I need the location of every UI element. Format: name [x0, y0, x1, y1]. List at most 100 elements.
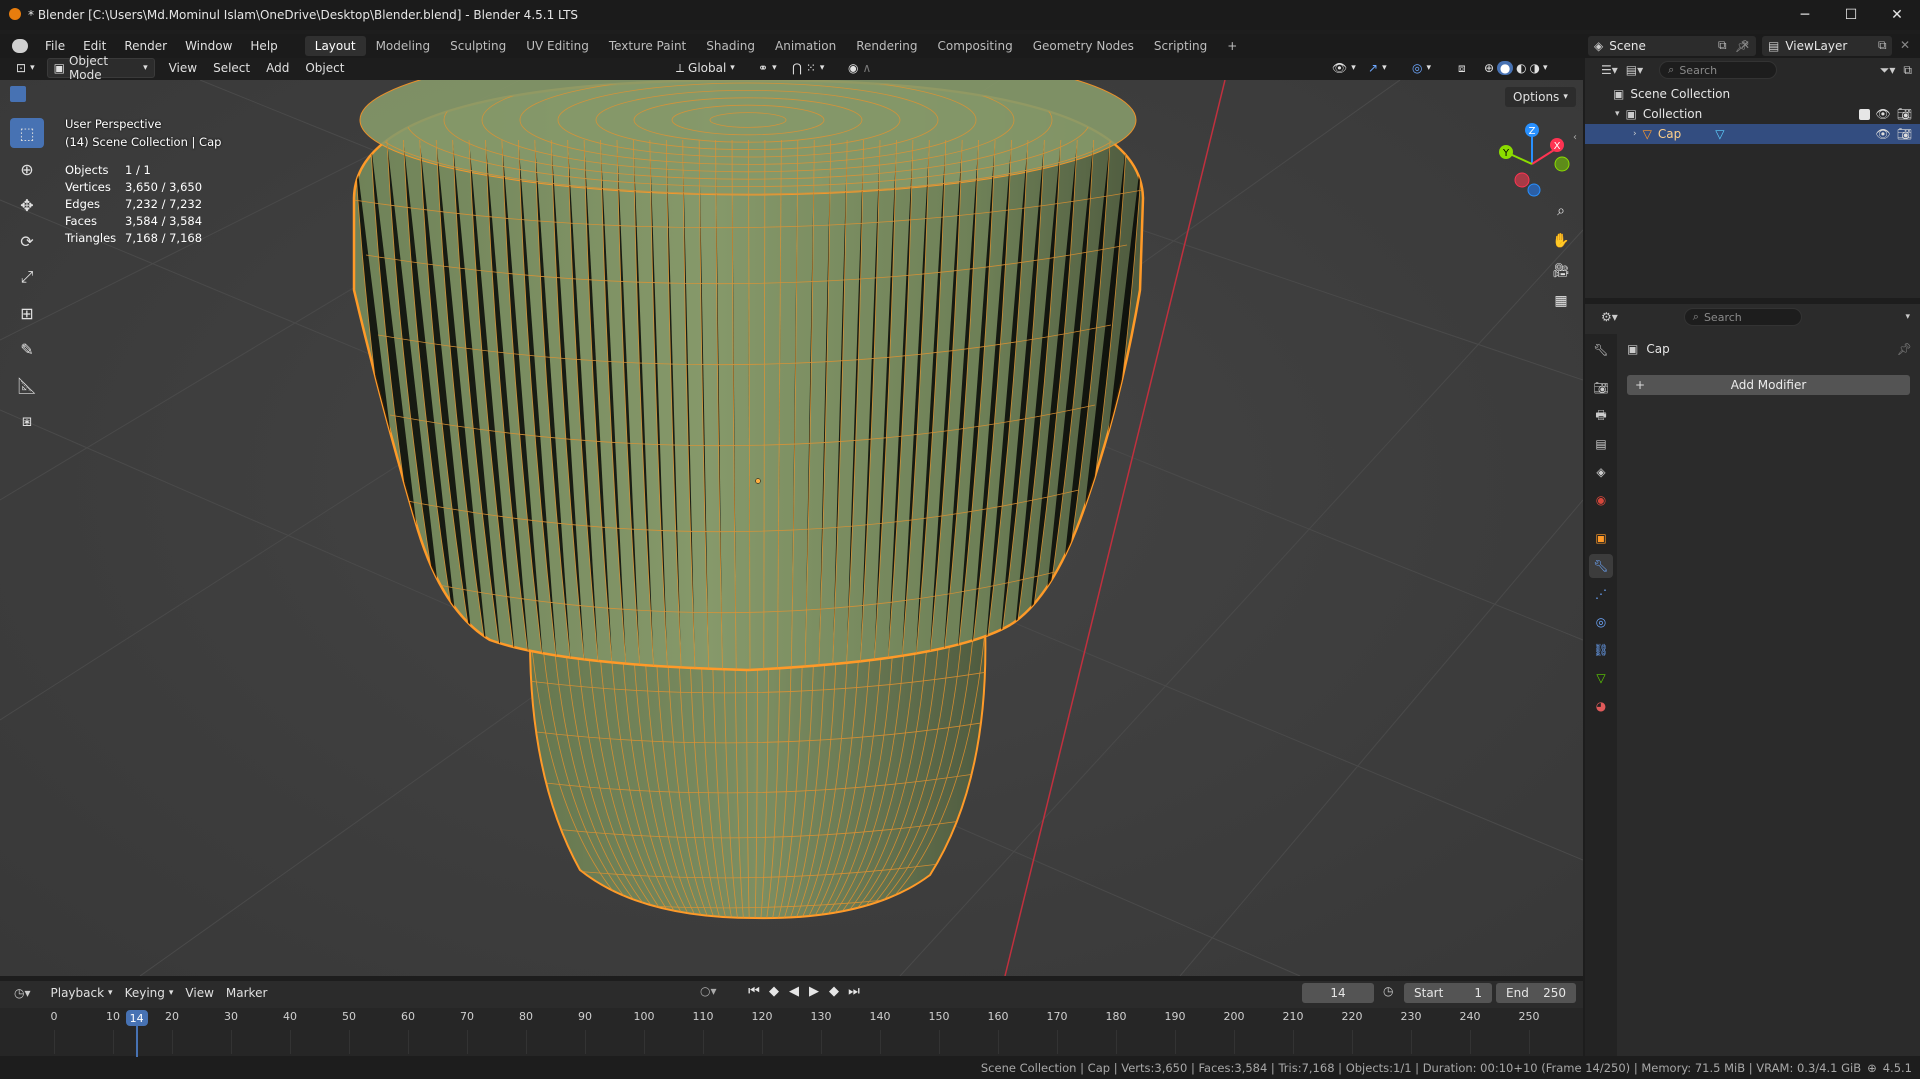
- move-tool[interactable]: ✥: [10, 190, 44, 220]
- rotate-tool[interactable]: ⟳: [10, 226, 44, 256]
- tab-animation[interactable]: Animation: [765, 36, 846, 56]
- outliner-row-collection[interactable]: ▾ ▣ Collection 👁︎ 📷︎: [1585, 104, 1920, 124]
- outliner-editor-icon[interactable]: ☰▾: [1601, 63, 1618, 77]
- mode-selector[interactable]: ▣ Object Mode ▾: [46, 54, 155, 82]
- material-shading-icon[interactable]: ◐: [1516, 61, 1526, 75]
- tab-rendering[interactable]: Rendering: [846, 36, 927, 56]
- minimize-button[interactable]: ─: [1782, 0, 1828, 30]
- transform-orientation-selector[interactable]: ⟂ Global ▾: [670, 58, 741, 78]
- tab-uv-editing[interactable]: UV Editing: [516, 36, 599, 56]
- constraints-tab-icon[interactable]: ⛓︎: [1589, 638, 1613, 662]
- overlay-toggle-button[interactable]: ◎ ▾: [1406, 58, 1437, 78]
- pin-icon[interactable]: 📌︎: [1897, 342, 1912, 356]
- add-workspace-button[interactable]: +: [1217, 36, 1247, 56]
- world-tab-icon[interactable]: ◉: [1589, 488, 1613, 512]
- add-cube-tool[interactable]: ⧆: [10, 406, 44, 436]
- tab-texture-paint[interactable]: Texture Paint: [599, 36, 696, 56]
- data-tab-icon[interactable]: ▽: [1589, 666, 1613, 690]
- marker-menu[interactable]: Marker: [220, 983, 273, 1003]
- start-frame-field[interactable]: Start 1: [1404, 983, 1492, 1003]
- jump-start-icon[interactable]: ⏮: [744, 984, 764, 999]
- view-layer-tab-icon[interactable]: ▤: [1589, 432, 1613, 456]
- menu-file[interactable]: File: [36, 39, 74, 53]
- physics-tab-icon[interactable]: ◎: [1589, 610, 1613, 634]
- chevron-down-icon[interactable]: ▾: [1905, 312, 1910, 322]
- output-tab-icon[interactable]: 🖶: [1589, 404, 1613, 428]
- close-button[interactable]: ✕: [1874, 0, 1920, 30]
- menu-select[interactable]: Select: [207, 58, 256, 78]
- ortho-grid-icon[interactable]: ▦: [1548, 288, 1574, 314]
- expand-arrow-icon[interactable]: ▾: [1615, 109, 1620, 119]
- next-keyframe-icon[interactable]: ◆: [824, 984, 844, 999]
- tab-scripting[interactable]: Scripting: [1144, 36, 1217, 56]
- select-intersect-icon[interactable]: [82, 86, 98, 102]
- zoom-icon[interactable]: ⌕: [1548, 198, 1574, 224]
- measure-tool[interactable]: 📐︎: [10, 370, 44, 400]
- cursor-tool[interactable]: ⊕: [10, 154, 44, 184]
- outliner-row-cap[interactable]: › ▽ Cap ▽ 👁︎ 📷︎: [1585, 124, 1920, 144]
- material-tab-icon[interactable]: ◕: [1589, 694, 1613, 718]
- new-viewlayer-icon[interactable]: ⧉: [1878, 38, 1887, 53]
- menu-window[interactable]: Window: [176, 39, 241, 53]
- scene-selector[interactable]: ◈ Scene 📌︎: [1588, 36, 1756, 56]
- options-button[interactable]: Options ▾: [1505, 87, 1576, 107]
- pivot-point-button[interactable]: ⚭ ▾: [752, 58, 783, 78]
- viewlayer-selector[interactable]: ▤ ViewLayer: [1762, 36, 1892, 56]
- scale-tool[interactable]: ⤢: [10, 262, 44, 292]
- blender-menu-icon[interactable]: [12, 39, 28, 53]
- camera-icon[interactable]: 📷︎: [1897, 107, 1912, 121]
- new-scene-icon[interactable]: ⧉: [1718, 38, 1727, 53]
- object-tab-icon[interactable]: ▣: [1589, 526, 1613, 550]
- select-box-tool[interactable]: ⬚: [10, 118, 44, 148]
- modifier-tab-icon[interactable]: 🔧︎: [1589, 554, 1613, 578]
- maximize-button[interactable]: ☐: [1828, 0, 1874, 30]
- tab-layout[interactable]: Layout: [304, 36, 366, 56]
- menu-object[interactable]: Object: [299, 58, 350, 78]
- proportional-edit-button[interactable]: ◉ ∧: [842, 58, 877, 78]
- keying-menu[interactable]: Keying ▾: [119, 983, 180, 1003]
- add-modifier-button[interactable]: + Add Modifier: [1627, 375, 1910, 395]
- delete-scene-icon[interactable]: ✕: [1740, 38, 1750, 52]
- properties-search-input[interactable]: ⌕ Search: [1683, 308, 1802, 326]
- chevron-down-icon[interactable]: ▾: [1543, 63, 1548, 73]
- select-extend-icon[interactable]: [28, 86, 44, 102]
- sidebar-expand-icon[interactable]: ‹: [1573, 132, 1577, 143]
- timeline-view-menu[interactable]: View: [179, 983, 219, 1003]
- menu-help[interactable]: Help: [241, 39, 286, 53]
- camera-icon[interactable]: 📷︎: [1897, 127, 1912, 141]
- timeline-editor-icon[interactable]: ◷▾: [14, 986, 31, 1000]
- prev-keyframe-icon[interactable]: ◆: [764, 984, 784, 999]
- xray-toggle-button[interactable]: ⧈: [1452, 58, 1472, 78]
- pan-hand-icon[interactable]: ✋: [1548, 228, 1574, 254]
- filter-icon[interactable]: ⏷▾: [1880, 63, 1896, 78]
- outliner-row-scene-collection[interactable]: ▣ Scene Collection: [1585, 84, 1920, 104]
- tab-geometry-nodes[interactable]: Geometry Nodes: [1023, 36, 1144, 56]
- select-subtract-icon[interactable]: [46, 86, 62, 102]
- select-new-icon[interactable]: [10, 86, 26, 102]
- render-tab-icon[interactable]: 📷︎: [1589, 376, 1613, 400]
- visibility-button[interactable]: 👁︎ ▾: [1326, 58, 1362, 78]
- camera-view-icon[interactable]: 🎥︎: [1548, 258, 1574, 284]
- auto-key-icon[interactable]: ○▾: [700, 984, 717, 998]
- tab-modeling[interactable]: Modeling: [366, 36, 441, 56]
- expand-arrow-icon[interactable]: ›: [1633, 129, 1637, 139]
- end-frame-field[interactable]: End 250: [1496, 983, 1576, 1003]
- tool-tab-icon[interactable]: 🔧︎: [1589, 338, 1613, 362]
- checkbox-icon[interactable]: [1858, 108, 1870, 120]
- display-mode-icon[interactable]: ▤▾: [1626, 63, 1643, 77]
- preview-range-icon[interactable]: ◷: [1383, 984, 1393, 998]
- tab-sculpting[interactable]: Sculpting: [440, 36, 516, 56]
- menu-edit[interactable]: Edit: [74, 39, 115, 53]
- outliner-search-input[interactable]: ⌕ Search: [1659, 61, 1778, 79]
- delete-viewlayer-icon[interactable]: ✕: [1900, 38, 1910, 52]
- timeline-area[interactable]: 0 10 20 30 40 50 60 70 80 90 100 110 120 130 140 150 160…: [0, 1008, 1583, 1064]
- menu-view[interactable]: View: [163, 58, 203, 78]
- snap-button[interactable]: ⋂ ⁙ ▾: [786, 58, 830, 78]
- tab-shading[interactable]: Shading: [696, 36, 765, 56]
- navigation-gizmo[interactable]: Z X Y: [1492, 120, 1572, 200]
- properties-editor-icon[interactable]: ⚙▾: [1601, 310, 1618, 324]
- scene-tab-icon[interactable]: ◈: [1589, 460, 1613, 484]
- menu-add[interactable]: Add: [260, 58, 295, 78]
- play-reverse-icon[interactable]: ◀: [784, 984, 804, 999]
- wireframe-shading-icon[interactable]: ⊕: [1484, 61, 1494, 75]
